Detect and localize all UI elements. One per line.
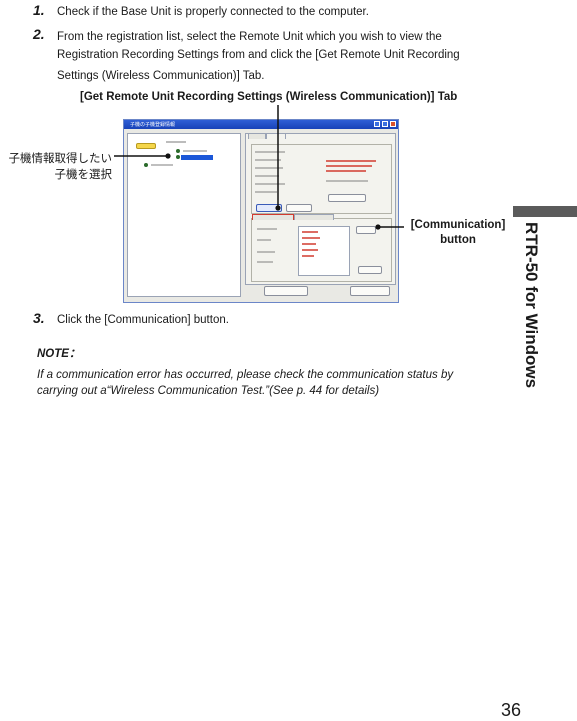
note-line: carrying out a“Wireless Communication Te…: [37, 385, 380, 397]
note-line: If a communication error has occurred, p…: [37, 369, 454, 381]
side-chapter-label: RTR-50 for Windows: [522, 222, 541, 389]
step-text: Click the [Communication] button.: [57, 312, 517, 329]
step-number: 3.: [33, 310, 45, 326]
tab-leader-dot: [275, 205, 281, 211]
note: NOTE： If a communication error has occur…: [37, 346, 497, 399]
step-line: Click the [Communication] button.: [57, 314, 229, 326]
note-label: NOTE：: [37, 348, 81, 360]
side-tab-bar: [513, 206, 577, 217]
page-number: 36: [501, 700, 522, 720]
left-leader-dot: [165, 153, 171, 159]
right-leader-dot: [375, 224, 381, 230]
